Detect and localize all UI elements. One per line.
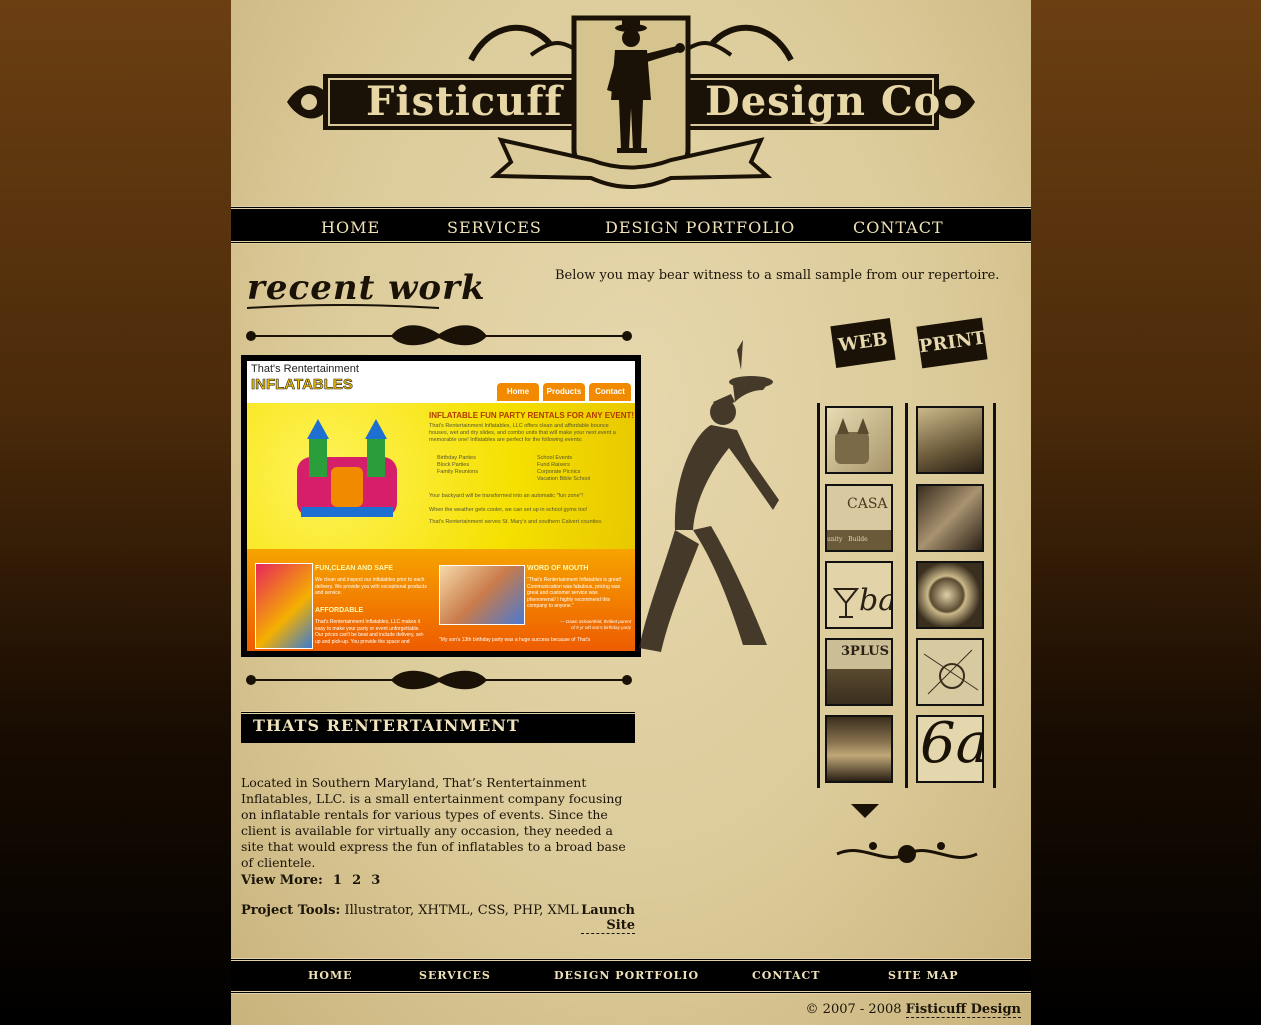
thumb-print-1[interactable] (916, 406, 984, 474)
preview-box2-text2: "My son's 13th birthday party was a huge… (439, 637, 591, 643)
tab-web[interactable]: WEB (830, 318, 896, 368)
nav-design-portfolio[interactable]: DESIGN PORTFOLIO (605, 218, 795, 237)
page-container: Fisticuff Design Co HOME SERVICES DESIGN… (231, 0, 1031, 1025)
preview-list-item: Family Reunions (437, 469, 478, 475)
preview-tab-contact: Contact (589, 383, 631, 401)
preview-p3: When the weather gets cooler, we can set… (429, 507, 588, 513)
bounce-house-thumb-icon (835, 418, 869, 464)
kids-photo (439, 565, 525, 625)
preview-lower-boxes: FUN,CLEAN AND SAFE We clean and inspect … (247, 549, 635, 651)
martini-glass-icon (833, 588, 859, 618)
thumb-print-5[interactable]: 6a (916, 715, 984, 783)
copyright: © 2007 - 2008 Fisticuff Design (805, 1002, 1021, 1018)
heading-underline-ornament (246, 304, 440, 309)
view-more-label: View More: (241, 873, 323, 888)
footer-nav-home[interactable]: HOME (308, 969, 353, 982)
thumb-rail-left (817, 403, 820, 788)
thumb-web-building[interactable] (825, 715, 893, 783)
scroll-down-arrow-icon[interactable] (851, 804, 879, 820)
nav-home[interactable]: HOME (321, 218, 380, 237)
thumb-6a-label: 6a (920, 715, 984, 776)
main-nav: HOME SERVICES DESIGN PORTFOLIO CONTACT (231, 206, 1031, 244)
view-more: View More: 1 2 3 (241, 873, 380, 888)
thumb-print-2[interactable] (916, 484, 984, 552)
thumb-web-rentertainment[interactable] (825, 406, 893, 474)
preview-tab-home: Home (497, 383, 539, 401)
intro-text: Below you may bear witness to a small sa… (555, 268, 1000, 283)
preview-header: That's Rentertainment INFLATABLES Home P… (247, 361, 635, 403)
preview-box1-text: We clean and inspect our inflatables pri… (315, 577, 427, 596)
thumb-print-3[interactable] (916, 561, 984, 629)
diagram-sketch-icon (923, 649, 979, 695)
logo-text-design-co: Design Co (705, 78, 942, 125)
project-tools: Project Tools: Illustrator, XHTML, CSS, … (241, 903, 579, 918)
preview-brand-line2: INFLATABLES (251, 376, 354, 394)
thumb-rail-right (905, 403, 908, 788)
preview-list-item: Fund Raisers (537, 462, 570, 468)
nav-contact[interactable]: CONTACT (853, 218, 944, 237)
preview-box2-cite-line2: of 9 yr old son's birthday party (571, 625, 631, 630)
project-description: Located in Southern Maryland, That’s Ren… (241, 775, 626, 870)
tab-print[interactable]: PRINT (916, 317, 988, 369)
page-link-1[interactable]: 1 (333, 873, 342, 888)
preview-p2: Your backyard will be transformed into a… (429, 493, 584, 499)
preview-box1-title2: AFFORDABLE (315, 607, 364, 614)
preview-body: That's Rentertainment Inflatables, LLC o… (429, 423, 616, 443)
footer-nav-services[interactable]: SERVICES (419, 969, 491, 982)
project-title: THATS RENTERTAINMENT (253, 716, 520, 735)
thumb-rail-far-right (993, 403, 996, 788)
launch-site-link[interactable]: Launch Site (581, 903, 635, 934)
preview-box2-cite: — Dawn Schoenfeld, thrilled parent of 9 … (527, 619, 631, 631)
nav-services[interactable]: SERVICES (447, 218, 542, 237)
preview-tab-products: Products (543, 383, 585, 401)
footer-nav-contact[interactable]: CONTACT (752, 969, 820, 982)
flourish-bottom-ornament (246, 670, 632, 690)
footer-nav: HOME SERVICES DESIGN PORTFOLIO CONTACT S… (231, 958, 1031, 994)
thumb-casa-label: CASA (847, 496, 888, 512)
preview-headline: INFLATABLE FUN PARTY RENTALS FOR ANY EVE… (429, 411, 635, 420)
preview-list-item: Corporate Picnics (537, 469, 581, 475)
preview-list-item: Block Parties (437, 462, 470, 468)
logo-text-fisticuff: Fisticuff (366, 78, 563, 125)
preview-box2-title: WORD OF MOUTH (527, 565, 589, 572)
thumb-print-4[interactable] (916, 638, 984, 706)
preview-box1-text2: That's Rentertainment Inflatables, LLC m… (315, 619, 425, 645)
thumb-web-cocktail[interactable]: ba (825, 561, 893, 629)
slide-photo (255, 563, 313, 649)
copyright-years: © 2007 - 2008 (805, 1002, 902, 1017)
preview-box2-text: "That's Rentertainment Inflatables is gr… (527, 577, 622, 609)
preview-box1-title: FUN,CLEAN AND SAFE (315, 565, 393, 572)
preview-list-item: Birthday Parties (437, 455, 476, 461)
thumb-web-casa[interactable]: CASA unity Builde (825, 484, 893, 552)
page-link-3[interactable]: 3 (371, 873, 380, 888)
preview-list-item: School Events (537, 455, 573, 461)
preview-p4: That's Rentertainment serves St. Mary's … (429, 519, 603, 525)
sidebar-flourish-ornament (836, 842, 978, 863)
preview-list-left: Birthday Parties Block Parties Family Re… (437, 455, 478, 476)
project-tools-value: Illustrator, XHTML, CSS, PHP, XML (344, 903, 579, 918)
preview-list-right: School Events Fund Raisers Corporate Pic… (537, 455, 590, 483)
page-link-2[interactable]: 2 (352, 873, 361, 888)
project-screenshot[interactable]: That's Rentertainment INFLATABLES Home P… (241, 355, 641, 657)
footer-nav-site-map[interactable]: SITE MAP (888, 969, 958, 982)
thumb-casa-subbar: unity Builde (827, 530, 891, 550)
project-tools-label: Project Tools: (241, 903, 341, 918)
bounce-house-image (297, 419, 397, 517)
thumb-3plus-label: 3PLUS (841, 644, 889, 659)
preview-brand-line1: That's Rentertainment (251, 363, 359, 375)
flourish-top-ornament (246, 325, 632, 346)
preview-hero: INFLATABLE FUN PARTY RENTALS FOR ANY EVE… (247, 403, 635, 549)
preview-list-item: Vacation Bible School (537, 476, 591, 482)
thumb-ba-label: ba (859, 583, 893, 618)
footer-nav-design-portfolio[interactable]: DESIGN PORTFOLIO (554, 969, 699, 982)
engraved-figure-illustration (639, 340, 779, 652)
thumb-web-3plus[interactable]: 3PLUS (825, 638, 893, 706)
copyright-brand-link[interactable]: Fisticuff Design (905, 1002, 1021, 1018)
